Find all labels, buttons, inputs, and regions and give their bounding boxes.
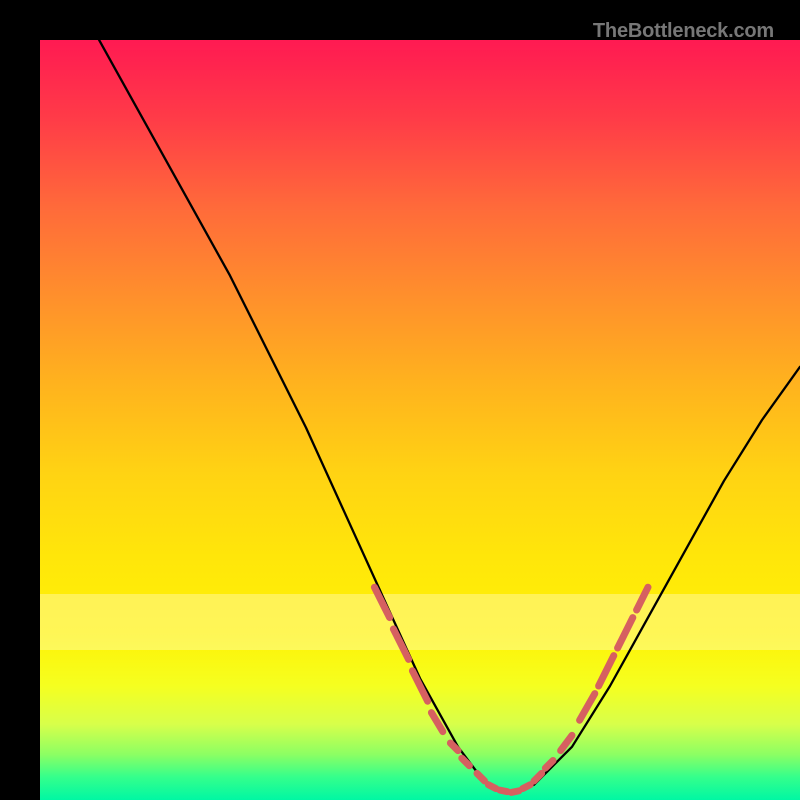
- highlight-dash: [618, 618, 633, 648]
- highlight-dash: [393, 629, 408, 659]
- highlight-dash: [477, 773, 485, 781]
- chart-plot: [40, 40, 800, 800]
- highlight-dash: [374, 587, 389, 617]
- highlight-dash: [523, 785, 531, 789]
- watermark-text: TheBottleneck.com: [593, 20, 774, 43]
- chart-frame: TheBottleneck.com: [0, 0, 800, 800]
- highlight-dash: [580, 694, 595, 721]
- highlight-dash: [511, 791, 519, 793]
- highlight-dash: [488, 785, 496, 789]
- chart-svg: [40, 40, 800, 800]
- highlight-dash: [637, 587, 648, 610]
- highlight-dash: [500, 790, 508, 792]
